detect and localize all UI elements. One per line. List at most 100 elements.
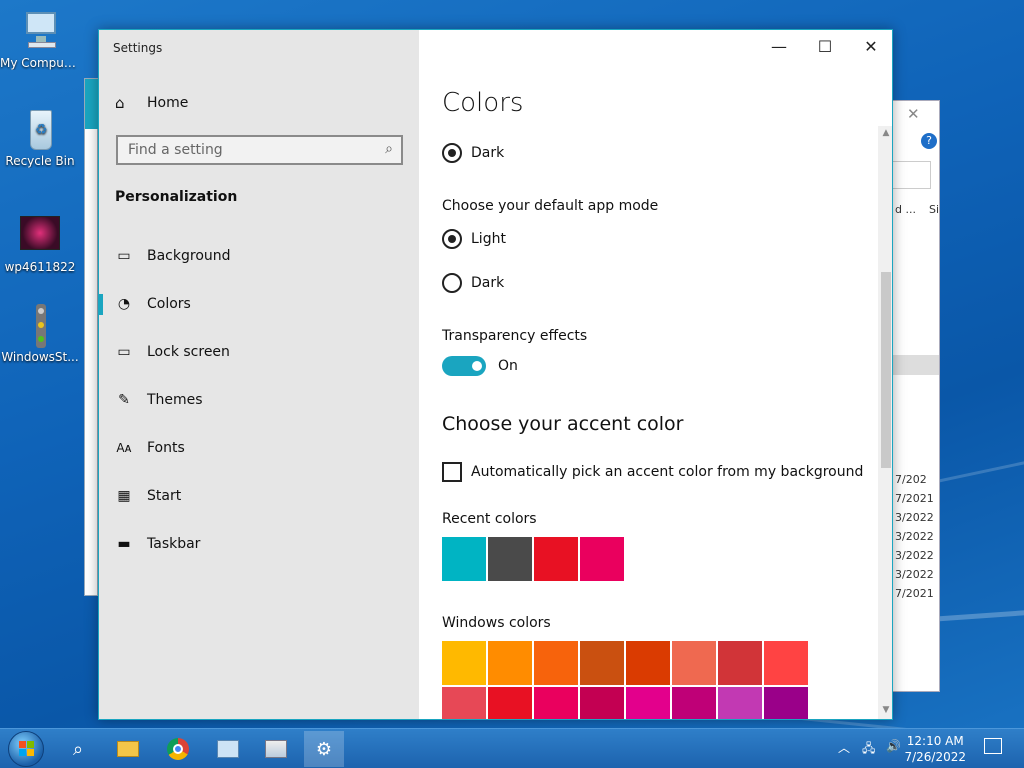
home-icon: ⌂	[115, 94, 125, 112]
app-mode-dark-radio[interactable]: Dark	[442, 273, 504, 293]
color-swatch[interactable]	[672, 687, 716, 719]
start-button[interactable]	[8, 731, 44, 767]
scrollbar-thumb[interactable]	[881, 272, 891, 468]
color-swatch[interactable]	[718, 687, 762, 719]
windows-colors-label: Windows colors	[442, 615, 551, 631]
desktop-icon-my-computer[interactable]: My Computer	[0, 10, 80, 70]
home-link[interactable]: ⌂ Home	[115, 94, 188, 112]
sidebar-item-taskbar[interactable]: ▬ Taskbar	[99, 524, 419, 564]
minimize-icon[interactable]: —	[756, 30, 802, 62]
color-swatch[interactable]	[580, 641, 624, 685]
taskbar: ⌕ ⚙ ︿ 🖧 🔊 12:10 AM 7/26/2022	[0, 728, 1024, 768]
settings-window[interactable]: Settings ⌂ Home Find a setting ⌕ Persona…	[98, 29, 893, 720]
network-icon[interactable]: 🖧	[862, 739, 875, 760]
color-swatch[interactable]	[534, 641, 578, 685]
color-swatch[interactable]	[488, 537, 532, 581]
desktop-icon-recycle-bin[interactable]: ♻ Recycle Bin	[0, 108, 80, 168]
color-swatch[interactable]	[442, 687, 486, 719]
color-swatch[interactable]	[534, 537, 578, 581]
sidebar-item-start[interactable]: ▦ Start	[99, 476, 419, 516]
desktop-icon-windows-store[interactable]: WindowsSt...	[0, 304, 80, 364]
recycle-bin-icon: ♻	[16, 108, 64, 152]
app-mode-light-radio[interactable]: Light	[442, 229, 506, 249]
notifications-icon[interactable]	[984, 738, 1002, 754]
sidebar-item-fonts[interactable]: Aᴀ Fonts	[99, 428, 419, 468]
color-swatch[interactable]	[764, 641, 808, 685]
color-swatch[interactable]	[580, 537, 624, 581]
maximize-icon[interactable]: ☐	[802, 30, 848, 62]
windows-logo-icon	[19, 741, 35, 757]
recent-colors-label: Recent colors	[442, 511, 537, 527]
control-panel-icon[interactable]	[208, 731, 248, 767]
color-swatch[interactable]	[442, 537, 486, 581]
checkbox-label: Automatically pick an accent color from …	[471, 464, 864, 480]
color-swatch[interactable]	[488, 641, 532, 685]
home-label: Home	[147, 95, 189, 111]
traffic-light-icon	[16, 304, 64, 348]
taskbar-clock[interactable]: 12:10 AM 7/26/2022	[904, 733, 966, 765]
color-swatch[interactable]	[534, 687, 578, 719]
chrome-icon[interactable]	[158, 731, 198, 767]
tray-overflow-chevron-icon[interactable]: ︿	[838, 739, 850, 756]
background-explorer-window[interactable]: ✕ ? d ... Si 7/202 7/2021 3/2022 3/2022 …	[890, 100, 940, 692]
file-explorer-icon[interactable]	[108, 731, 148, 767]
color-swatch[interactable]	[764, 687, 808, 719]
sidebar-item-label: Background	[147, 248, 231, 264]
list-item: 7/2021	[895, 492, 934, 505]
vertical-scrollbar[interactable]: ▲ ▼	[878, 126, 892, 719]
desktop-icon-label: wp4611822	[4, 260, 76, 274]
transparency-toggle[interactable]	[442, 356, 486, 376]
color-swatch[interactable]	[626, 687, 670, 719]
search-placeholder: Find a setting	[128, 142, 223, 158]
sidebar-item-lock-screen[interactable]: ▭ Lock screen	[99, 332, 419, 372]
close-icon[interactable]: ✕	[907, 105, 920, 123]
radio-label: Dark	[471, 275, 505, 291]
image-file-icon	[16, 214, 64, 258]
sidebar-item-colors[interactable]: ◔ Colors	[99, 284, 419, 324]
close-icon[interactable]: ✕	[848, 30, 892, 62]
volume-icon[interactable]: 🔊	[886, 739, 901, 753]
list-item: 3/2022	[895, 511, 934, 524]
transparency-heading: Transparency effects	[442, 328, 588, 344]
help-icon[interactable]: ?	[921, 133, 937, 149]
color-swatch[interactable]	[580, 687, 624, 719]
radio-label: Light	[471, 231, 506, 247]
settings-content: — ☐ ✕ Colors Dark Choose your default ap…	[420, 30, 892, 719]
sidebar-item-label: Colors	[147, 296, 191, 312]
lock-screen-icon: ▭	[117, 344, 131, 360]
windows-mode-dark-radio[interactable]: Dark	[442, 143, 504, 163]
color-swatch[interactable]	[626, 641, 670, 685]
app-mode-heading: Choose your default app mode	[442, 198, 659, 214]
sidebar-item-label: Fonts	[147, 440, 185, 456]
color-swatch[interactable]	[488, 687, 532, 719]
list-item: Si	[929, 203, 940, 216]
window-caption-buttons: — ☐ ✕	[756, 30, 892, 62]
color-swatch[interactable]	[672, 641, 716, 685]
picture-icon: ▭	[117, 248, 131, 264]
scroll-down-icon[interactable]: ▼	[878, 705, 892, 719]
search-input[interactable]: Find a setting ⌕	[116, 135, 403, 165]
start-icon: ▦	[117, 488, 131, 504]
background-window-left[interactable]	[84, 78, 99, 596]
sidebar-item-themes[interactable]: ✎ Themes	[99, 380, 419, 420]
list-item: 3/2022	[895, 549, 934, 562]
list-item: 7/202	[895, 473, 927, 486]
list-item: 3/2022	[895, 568, 934, 581]
auto-accent-checkbox[interactable]: Automatically pick an accent color from …	[442, 462, 863, 482]
list-item: 7/2021	[895, 587, 934, 600]
color-swatch[interactable]	[718, 641, 762, 685]
desktop-icon-wallpaper[interactable]: wp4611822	[0, 214, 80, 274]
image-viewer-icon[interactable]	[256, 731, 296, 767]
window-title: Settings	[113, 41, 163, 55]
section-title: Personalization	[115, 189, 238, 205]
sidebar-item-background[interactable]: ▭ Background	[99, 236, 419, 276]
search-icon: ⌕	[385, 141, 393, 157]
color-swatch[interactable]	[442, 641, 486, 685]
scroll-up-icon[interactable]: ▲	[878, 128, 892, 142]
toggle-state-label: On	[498, 358, 518, 374]
search-icon[interactable]: ⌕	[58, 731, 98, 767]
settings-gear-icon[interactable]: ⚙	[304, 731, 344, 767]
desktop-icon-label: My Computer	[0, 56, 80, 70]
clock-date: 7/26/2022	[904, 750, 966, 764]
desktop-icon-label: Recycle Bin	[5, 154, 75, 168]
